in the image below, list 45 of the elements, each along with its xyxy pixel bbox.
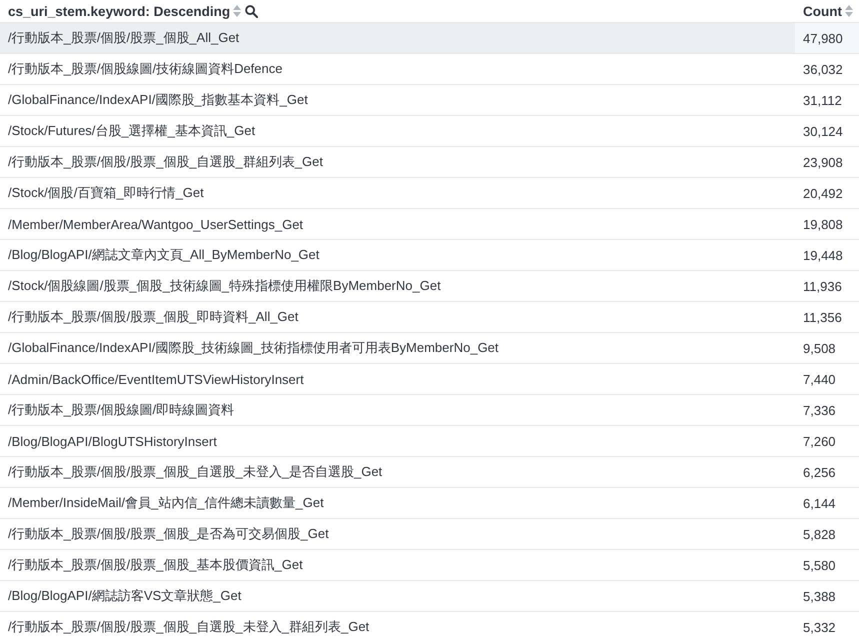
table-cell: 5,388: [795, 580, 859, 612]
table-cell: /行動版本_股票/個股/股票_個股_是否為可交易個股_Get: [0, 518, 795, 550]
table-cell: 19,808: [795, 208, 859, 240]
table-cell: 19,448: [795, 240, 859, 270]
table-cell: /行動版本_股票/個股線圖/即時線圖資料: [0, 394, 795, 426]
table-cell: /行動版本_股票/個股/股票_個股_All_Get: [0, 22, 795, 54]
table-cell: 23,908: [795, 146, 859, 178]
table-cell: 11,356: [795, 302, 859, 332]
search-icon[interactable]: [245, 4, 258, 18]
table-cell: /行動版本_股票/個股/股票_個股_即時資料_All_Get: [0, 302, 795, 332]
table-cell: 7,440: [795, 364, 859, 394]
table-cell: /GlobalFinance/IndexAPI/國際股_技術線圖_技術指標使用者可用表ByMemberNo_Get: [0, 332, 795, 364]
table-cell: 5,580: [795, 550, 859, 580]
table-cell: 47,980: [795, 22, 859, 54]
table-cell: 6,144: [795, 488, 859, 518]
table-cell: /Stock/個股/百寶箱_即時行情_Get: [0, 178, 795, 208]
table-cell: 9,508: [795, 332, 859, 364]
column-header[interactable]: Count: [803, 4, 842, 18]
table-cell: /GlobalFinance/IndexAPI/國際股_指數基本資料_Get: [0, 84, 795, 116]
table-cell: 7,336: [795, 394, 859, 426]
table-cell: 30,124: [795, 116, 859, 146]
sort-icon[interactable]: [844, 5, 853, 17]
table-cell: /Member/MemberArea/Wantgoo_UserSettings_Get: [0, 208, 795, 240]
table-cell: 6,256: [795, 456, 859, 488]
table-cell: 5,332: [795, 612, 859, 637]
table-cell: 7,260: [795, 426, 859, 456]
table-cell: /Stock/Futures/台股_選擇權_基本資訊_Get: [0, 116, 795, 146]
table-cell: 11,936: [795, 270, 859, 302]
table-cell: 5,828: [795, 518, 859, 550]
table-cell: 20,492: [795, 178, 859, 208]
table-cell: 36,032: [795, 54, 859, 84]
table-cell: /Stock/個股線圖/股票_個股_技術線圖_特殊指標使用權限ByMemberNo_Get: [0, 270, 795, 302]
table-cell: /Admin/BackOffice/EventItemUTSViewHistoryInsert: [0, 364, 795, 394]
table-cell: /行動版本_股票/個股/股票_個股_自選股_群組列表_Get: [0, 146, 795, 178]
table-cell: /行動版本_股票/個股/股票_個股_基本股價資訊_Get: [0, 550, 795, 580]
column-header[interactable]: cs_uri_stem.keyword: Descending: [8, 4, 230, 18]
table-cell: /行動版本_股票/個股/股票_個股_自選股_未登入_是否自選股_Get: [0, 456, 795, 488]
table-cell: /Member/InsideMail/會員_站內信_信件總未讀數量_Get: [0, 488, 795, 518]
table-cell: /行動版本_股票/個股線圖/技術線圖資料Defence: [0, 54, 795, 84]
table-cell: /行動版本_股票/個股/股票_個股_自選股_未登入_群組列表_Get: [0, 612, 795, 637]
table-cell: /Blog/BlogAPI/網誌文章內文頁_All_ByMemberNo_Get: [0, 240, 795, 270]
table-cell: /Blog/BlogAPI/網誌訪客VS文章狀態_Get: [0, 580, 795, 612]
table-cell: /Blog/BlogAPI/BlogUTSHistoryInsert: [0, 426, 795, 456]
sort-icon[interactable]: [233, 5, 242, 17]
table-cell: 31,112: [795, 84, 859, 116]
